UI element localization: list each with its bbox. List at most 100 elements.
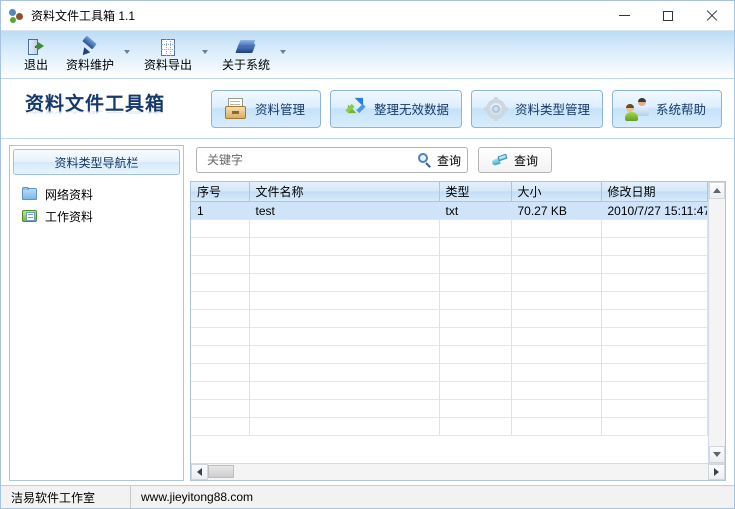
table-horizontal-scrollbar[interactable] (191, 463, 725, 480)
folder-icon (22, 187, 38, 201)
sidebar-item-network-data[interactable]: 网络资料 (16, 183, 183, 205)
brush-icon (492, 153, 507, 167)
cell-filename: test (249, 202, 439, 220)
table-viewport: 序号 文件名称 类型 大小 修改日期 1 test (191, 182, 708, 463)
scroll-down-button[interactable] (709, 446, 725, 463)
type-manage-button[interactable]: 资料类型管理 (471, 90, 603, 128)
inline-search-label: 查询 (437, 152, 461, 169)
column-header-filename[interactable]: 文件名称 (249, 182, 439, 202)
table-row[interactable] (191, 274, 708, 292)
table-row[interactable] (191, 418, 708, 436)
scroll-right-button[interactable] (708, 464, 725, 480)
content-panel: 查询 查询 (190, 145, 726, 481)
vertical-scroll-track[interactable] (709, 199, 725, 446)
maximize-button[interactable] (646, 2, 690, 29)
maintain-dropdown-arrow[interactable] (121, 34, 133, 78)
status-company: 洁易软件工作室 (1, 486, 131, 508)
horizontal-scroll-track[interactable] (208, 464, 708, 480)
system-help-label: 系统帮助 (656, 99, 706, 118)
sidebar-item-work-data[interactable]: 工作资料 (16, 205, 183, 227)
column-header-index[interactable]: 序号 (191, 182, 249, 202)
table-vertical-scrollbar[interactable] (708, 182, 725, 463)
toolbar-item-about[interactable]: 关于系统 (213, 31, 291, 78)
arrows-icon (343, 97, 367, 121)
export-label: 资料导出 (144, 59, 192, 72)
file-table-panel: 序号 文件名称 类型 大小 修改日期 1 test (190, 181, 726, 481)
cell-type: txt (439, 202, 511, 220)
query-button-label: 查询 (514, 152, 538, 169)
pen-icon (79, 37, 101, 58)
about-dropdown-arrow[interactable] (277, 34, 289, 78)
column-header-type[interactable]: 类型 (439, 182, 511, 202)
minimize-icon (619, 15, 630, 16)
title-bar: 资料文件工具箱 1.1 (1, 1, 734, 31)
system-help-button[interactable]: 系统帮助 (612, 90, 722, 128)
app-title-block: 资料文件工具箱 资料文件工具箱 (25, 89, 190, 128)
table-row[interactable] (191, 238, 708, 256)
drawer-icon (224, 97, 248, 121)
sidebar-header[interactable]: 资料类型导航栏 (13, 149, 180, 175)
file-table: 序号 文件名称 类型 大小 修改日期 1 test (191, 182, 708, 436)
inline-search-button[interactable]: 查询 (412, 152, 461, 169)
chevron-left-icon (197, 468, 202, 476)
chevron-right-icon (714, 468, 719, 476)
magnifier-icon (418, 153, 432, 167)
users-icon (625, 97, 649, 121)
table-row[interactable] (191, 220, 708, 238)
app-window: 资料文件工具箱 1.1 退出 资料维护 (0, 0, 735, 509)
table-row[interactable] (191, 382, 708, 400)
exit-button[interactable]: 退出 (17, 34, 55, 78)
maintain-button[interactable]: 资料维护 (59, 34, 121, 78)
table-row[interactable] (191, 256, 708, 274)
table-row[interactable] (191, 364, 708, 382)
search-row: 查询 查询 (190, 145, 726, 175)
table-row[interactable] (191, 310, 708, 328)
chevron-down-icon (713, 452, 721, 457)
close-button[interactable] (690, 2, 734, 29)
main-toolbar: 退出 资料维护 资料导出 (1, 31, 734, 79)
book-icon (235, 37, 257, 58)
table-row[interactable]: 1 test txt 70.27 KB 2010/7/27 15:11:47 (191, 202, 708, 220)
body-area: 资料类型导航栏 网络资料 工作资料 (1, 139, 734, 485)
toolbar-item-exit[interactable]: 退出 (15, 31, 57, 78)
about-button[interactable]: 关于系统 (215, 34, 277, 78)
sidebar-item-label: 工作资料 (45, 208, 93, 225)
horizontal-scroll-thumb[interactable] (208, 465, 234, 478)
close-icon (706, 10, 718, 22)
query-button[interactable]: 查询 (478, 147, 552, 173)
table-row[interactable] (191, 346, 708, 364)
cell-modified: 2010/7/27 15:11:47 (601, 202, 708, 220)
toolbar-item-maintain[interactable]: 资料维护 (57, 31, 135, 78)
table-row[interactable] (191, 400, 708, 418)
data-manage-button[interactable]: 资料管理 (211, 90, 321, 128)
table-row[interactable] (191, 328, 708, 346)
clean-invalid-data-label: 整理无效数据 (374, 99, 449, 118)
clean-invalid-data-button[interactable]: 整理无效数据 (330, 90, 462, 128)
window-title: 资料文件工具箱 1.1 (31, 7, 135, 24)
column-header-modified[interactable]: 修改日期 (601, 182, 708, 202)
search-input[interactable] (205, 152, 412, 168)
exit-label: 退出 (24, 59, 48, 72)
toolbar-item-export[interactable]: 资料导出 (135, 31, 213, 78)
column-header-size[interactable]: 大小 (511, 182, 601, 202)
page-title-reflection: 资料文件工具箱 (25, 111, 190, 117)
export-button[interactable]: 资料导出 (137, 34, 199, 78)
exit-door-icon (25, 37, 47, 58)
table-body: 1 test txt 70.27 KB 2010/7/27 15:11:47 (191, 202, 708, 436)
sidebar-item-label: 网络资料 (45, 186, 93, 203)
minimize-button[interactable] (602, 2, 646, 29)
grid-export-icon (157, 37, 179, 58)
chevron-up-icon (713, 188, 721, 193)
about-label: 关于系统 (222, 59, 270, 72)
scroll-up-button[interactable] (709, 182, 725, 199)
table-row[interactable] (191, 292, 708, 310)
export-dropdown-arrow[interactable] (199, 34, 211, 78)
maintain-label: 资料维护 (66, 59, 114, 72)
maximize-icon (663, 11, 673, 21)
search-box[interactable]: 查询 (196, 147, 468, 173)
gear-icon (484, 97, 508, 121)
window-controls (602, 1, 734, 30)
scroll-left-button[interactable] (191, 464, 208, 480)
type-manage-label: 资料类型管理 (515, 99, 590, 118)
table-header-row: 序号 文件名称 类型 大小 修改日期 (191, 182, 708, 202)
